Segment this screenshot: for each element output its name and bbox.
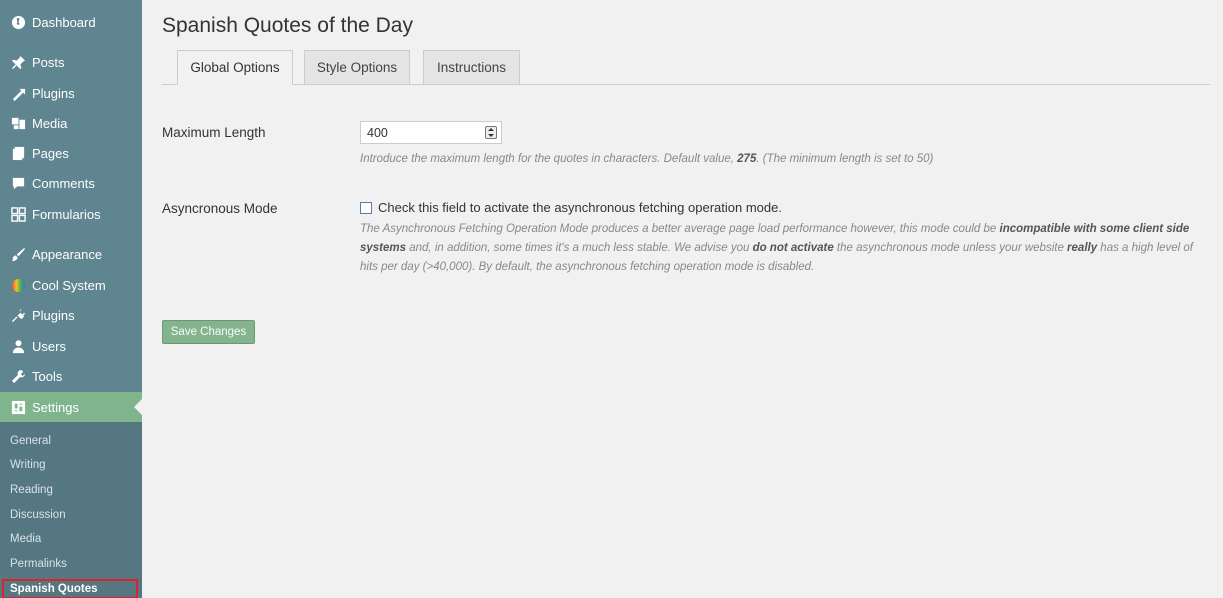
sidebar-item-plugins-2[interactable]: Plugins <box>0 300 142 330</box>
sidebar-item-label: Pages <box>32 145 69 161</box>
sidebar-item-label: Media <box>32 115 68 131</box>
max-length-label: Maximum Length <box>162 125 266 140</box>
max-length-input[interactable]: 400 <box>360 121 502 144</box>
sidebar-item-label: Posts <box>32 54 65 70</box>
submenu-item-spanish-quotes[interactable]: Spanish Quotes <box>2 579 138 598</box>
max-length-value: 400 <box>367 125 388 140</box>
sidebar-item-comments[interactable]: Comments <box>0 168 142 198</box>
number-spinner[interactable] <box>485 126 497 139</box>
sidebar-item-pages[interactable]: Pages <box>0 138 142 168</box>
async-mode-label: Asyncronous Mode <box>162 201 278 216</box>
async-mode-description: The Asynchronous Fetching Operation Mode… <box>360 220 1210 277</box>
tab-style-options[interactable]: Style Options <box>304 50 410 85</box>
async-checkbox-label[interactable]: Check this field to activate the asynchr… <box>378 200 782 215</box>
media-icon <box>8 116 28 131</box>
sidebar-item-dashboard[interactable]: Dashboard <box>0 7 142 37</box>
grid-icon <box>8 206 28 222</box>
submenu-item-discussion[interactable]: Discussion <box>0 504 142 526</box>
sidebar-item-label: Tools <box>32 368 63 384</box>
spinner-down-icon[interactable] <box>488 133 494 137</box>
sidebar-item-label: Appearance <box>32 246 103 262</box>
sidebar-item-label: Plugins <box>32 85 75 101</box>
submenu-item-permalinks[interactable]: Permalinks <box>0 553 142 575</box>
sidebar-item-settings[interactable]: Settings <box>0 392 142 422</box>
tab-instructions[interactable]: Instructions <box>423 50 520 85</box>
sidebar-item-label: Plugins <box>32 307 75 323</box>
pages-icon <box>8 146 28 161</box>
sidebar-item-label: Users <box>32 338 66 354</box>
settings-icon <box>8 400 28 415</box>
paintbrush-icon <box>8 247 28 262</box>
sidebar-item-label: Settings <box>32 399 79 415</box>
sidebar-item-formularios[interactable]: Formularios <box>0 199 142 229</box>
desc-text: . (The minimum length is set to 50) <box>756 153 934 165</box>
async-checkbox-row[interactable]: Check this field to activate the asynchr… <box>360 200 782 215</box>
async-mode-checkbox[interactable] <box>360 201 372 214</box>
plugin-arrow-icon <box>8 86 28 101</box>
wrench-icon <box>8 369 28 384</box>
sidebar-item-label: Comments <box>32 175 95 191</box>
page-title: Spanish Quotes of the Day <box>162 14 413 37</box>
sidebar-item-media[interactable]: Media <box>0 108 142 138</box>
sidebar-item-label: Formularios <box>32 206 101 222</box>
sidebar-item-plugins[interactable]: Plugins <box>0 78 142 108</box>
sidebar-item-tools[interactable]: Tools <box>0 361 142 391</box>
sidebar-item-label: Dashboard <box>32 14 96 30</box>
settings-submenu: General Writing Reading Discussion Media… <box>0 422 142 598</box>
desc-emphasis: really <box>1067 242 1098 254</box>
max-length-description: Introduce the maximum length for the quo… <box>360 150 933 169</box>
comments-icon <box>8 176 28 191</box>
submenu-item-writing[interactable]: Writing <box>0 454 142 476</box>
desc-text: and, in addition, some times it's a much… <box>406 242 753 254</box>
desc-default-value: 275 <box>737 153 757 165</box>
desc-emphasis: do not activate <box>752 242 834 254</box>
sidebar-item-cool-system[interactable]: Cool System <box>0 270 142 300</box>
save-changes-button[interactable]: Save Changes <box>162 320 255 344</box>
desc-text: Introduce the maximum length for the quo… <box>360 153 738 165</box>
submenu-item-general[interactable]: General <box>0 430 142 452</box>
sidebar-item-users[interactable]: Users <box>0 331 142 361</box>
admin-sidebar: Dashboard Posts Plugins Media Pages Comm… <box>0 0 142 598</box>
dashboard-icon <box>8 15 28 30</box>
sidebar-item-posts[interactable]: Posts <box>0 47 142 77</box>
sidebar-item-appearance[interactable]: Appearance <box>0 239 142 269</box>
user-icon <box>8 339 28 354</box>
pin-icon <box>8 55 28 70</box>
plug-icon <box>8 308 28 323</box>
sidebar-item-label: Cool System <box>32 277 106 293</box>
desc-text: The Asynchronous Fetching Operation Mode… <box>360 223 1000 235</box>
submenu-item-reading[interactable]: Reading <box>0 479 142 501</box>
desc-text: the asynchronous mode unless your websit… <box>833 242 1068 254</box>
rainbow-circle-icon <box>8 278 28 293</box>
tab-global-options[interactable]: Global Options <box>177 50 293 85</box>
submenu-item-media[interactable]: Media <box>0 528 142 550</box>
spinner-up-icon[interactable] <box>488 128 494 132</box>
